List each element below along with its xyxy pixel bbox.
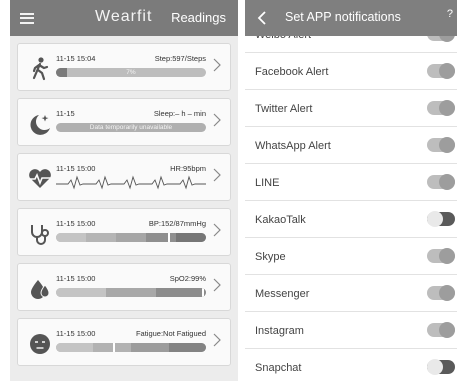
notification-row: WhatsApp Alert bbox=[245, 127, 457, 164]
notification-label: Messenger bbox=[255, 288, 310, 300]
bp-value: BP:152/87mmHg bbox=[148, 219, 206, 228]
notification-toggle[interactable] bbox=[427, 63, 455, 79]
moon-star-icon bbox=[30, 115, 50, 135]
notification-row: Instagram bbox=[245, 312, 457, 349]
notification-row: Snapchat bbox=[245, 349, 457, 381]
bp-scale-segment bbox=[86, 233, 116, 242]
fatigue-scale-segment bbox=[131, 343, 169, 352]
hr-waveform bbox=[56, 175, 206, 190]
steps-date: 11-15 15:04 bbox=[56, 54, 96, 63]
bp-scale-segment bbox=[56, 233, 86, 242]
sleep-card[interactable]: 11-15 Sleep:– h – min Data temporarily u… bbox=[17, 98, 231, 146]
chevron-right-icon bbox=[213, 113, 221, 127]
fatigue-scale-bar bbox=[56, 343, 206, 352]
bp-scale-segment bbox=[176, 233, 206, 242]
help-icon[interactable]: ? bbox=[447, 8, 453, 20]
notification-label: WhatsApp Alert bbox=[255, 140, 331, 152]
sleep-bar: Data temporarily unavailable bbox=[56, 123, 206, 132]
steps-card[interactable]: 11-15 15:04 Step:597/Steps 7% bbox=[17, 43, 231, 91]
sleep-unavailable-text: Data temporarily unavailable bbox=[89, 124, 173, 131]
notification-row: KakaoTalk bbox=[245, 201, 457, 238]
fatigue-card[interactable]: 11-15 15:00 Fatigue:Not Fatigued bbox=[17, 318, 231, 366]
droplet-icon bbox=[31, 280, 50, 299]
spo2-scale-segment bbox=[156, 288, 206, 297]
fatigue-scale-segment bbox=[169, 343, 206, 352]
page-title: Set APP notifications bbox=[285, 10, 401, 24]
bp-marker bbox=[168, 233, 170, 242]
notification-label: Snapchat bbox=[255, 362, 302, 374]
notification-row: Messenger bbox=[245, 275, 457, 312]
steps-value: Step:597/Steps bbox=[154, 54, 206, 63]
sleep-date: 11-15 bbox=[56, 109, 75, 118]
toggle-knob bbox=[439, 322, 455, 338]
app-notifications-screen: Weibo AlertFacebook AlertTwitter AlertWh… bbox=[245, 0, 457, 381]
heart-rate-card[interactable]: 11-15 15:00 HR:95bpm bbox=[17, 153, 231, 201]
bp-scale-segment bbox=[116, 233, 146, 242]
hr-date: 11-15 15:00 bbox=[56, 164, 96, 173]
notification-toggle[interactable] bbox=[427, 359, 455, 375]
notification-toggle[interactable] bbox=[427, 174, 455, 190]
notification-toggle[interactable] bbox=[427, 285, 455, 301]
menu-icon[interactable] bbox=[20, 12, 34, 24]
notification-row: Twitter Alert bbox=[245, 90, 457, 127]
spo2-value: SpO2:99% bbox=[169, 274, 206, 283]
fatigue-date: 11-15 15:00 bbox=[56, 329, 96, 338]
chevron-right-icon bbox=[213, 58, 221, 72]
toggle-knob bbox=[439, 174, 455, 190]
spo2-marker bbox=[202, 288, 204, 297]
fatigue-value: Fatigue:Not Fatigued bbox=[135, 329, 206, 338]
notification-label: LINE bbox=[255, 177, 280, 189]
chevron-right-icon bbox=[213, 333, 221, 347]
walking-icon bbox=[32, 57, 49, 81]
notification-row: Skype bbox=[245, 238, 457, 275]
bp-scale-bar bbox=[56, 233, 206, 242]
notification-label: Skype bbox=[255, 251, 286, 263]
notification-toggle[interactable] bbox=[427, 137, 455, 153]
toggle-knob bbox=[439, 285, 455, 301]
stethoscope-icon bbox=[31, 225, 49, 245]
spo2-scale-segment bbox=[106, 288, 156, 297]
notification-label: Instagram bbox=[255, 325, 304, 337]
back-chevron-icon[interactable] bbox=[257, 11, 266, 25]
notification-toggle[interactable] bbox=[427, 211, 455, 227]
spo2-scale-segment bbox=[56, 288, 106, 297]
steps-progress-bar: 7% bbox=[56, 68, 206, 77]
toggle-knob bbox=[439, 248, 455, 264]
notification-label: KakaoTalk bbox=[255, 214, 306, 226]
bp-date: 11-15 15:00 bbox=[56, 219, 96, 228]
wearfit-header: Wearfit Readings bbox=[10, 0, 238, 36]
steps-progress-label: 7% bbox=[126, 69, 136, 76]
spo2-scale-bar bbox=[56, 288, 206, 297]
chevron-right-icon bbox=[213, 223, 221, 237]
hr-value: HR:95bpm bbox=[170, 164, 206, 173]
chevron-right-icon bbox=[213, 168, 221, 182]
notification-toggle[interactable] bbox=[427, 100, 455, 116]
heart-pulse-icon bbox=[29, 169, 51, 188]
notifications-header: Set APP notifications ? bbox=[245, 0, 457, 36]
app-title: Wearfit bbox=[95, 8, 153, 25]
notification-row: Facebook Alert bbox=[245, 53, 457, 90]
wearfit-readings-screen: Wearfit Readings 11-15 15:04 Step:597/St… bbox=[10, 0, 238, 381]
notification-toggle[interactable] bbox=[427, 322, 455, 338]
fatigue-marker bbox=[113, 343, 115, 352]
readings-button[interactable]: Readings bbox=[171, 10, 226, 25]
toggle-knob bbox=[439, 137, 455, 153]
notification-label: Facebook Alert bbox=[255, 66, 329, 78]
fatigue-scale-segment bbox=[93, 343, 131, 352]
notification-row: LINE bbox=[245, 164, 457, 201]
tired-face-icon bbox=[30, 334, 50, 354]
toggle-knob bbox=[439, 63, 455, 79]
spo2-date: 11-15 15:00 bbox=[56, 274, 96, 283]
toggle-knob bbox=[427, 359, 443, 375]
spo2-card[interactable]: 11-15 15:00 SpO2:99% bbox=[17, 263, 231, 311]
notification-label: Twitter Alert bbox=[255, 103, 313, 115]
fatigue-scale-segment bbox=[56, 343, 93, 352]
sleep-value: Sleep:– h – min bbox=[153, 109, 206, 118]
toggle-knob bbox=[439, 100, 455, 116]
chevron-right-icon bbox=[213, 278, 221, 292]
notification-toggle[interactable] bbox=[427, 248, 455, 264]
bp-scale-segment bbox=[146, 233, 176, 242]
toggle-knob bbox=[427, 211, 443, 227]
blood-pressure-card[interactable]: 11-15 15:00 BP:152/87mmHg bbox=[17, 208, 231, 256]
